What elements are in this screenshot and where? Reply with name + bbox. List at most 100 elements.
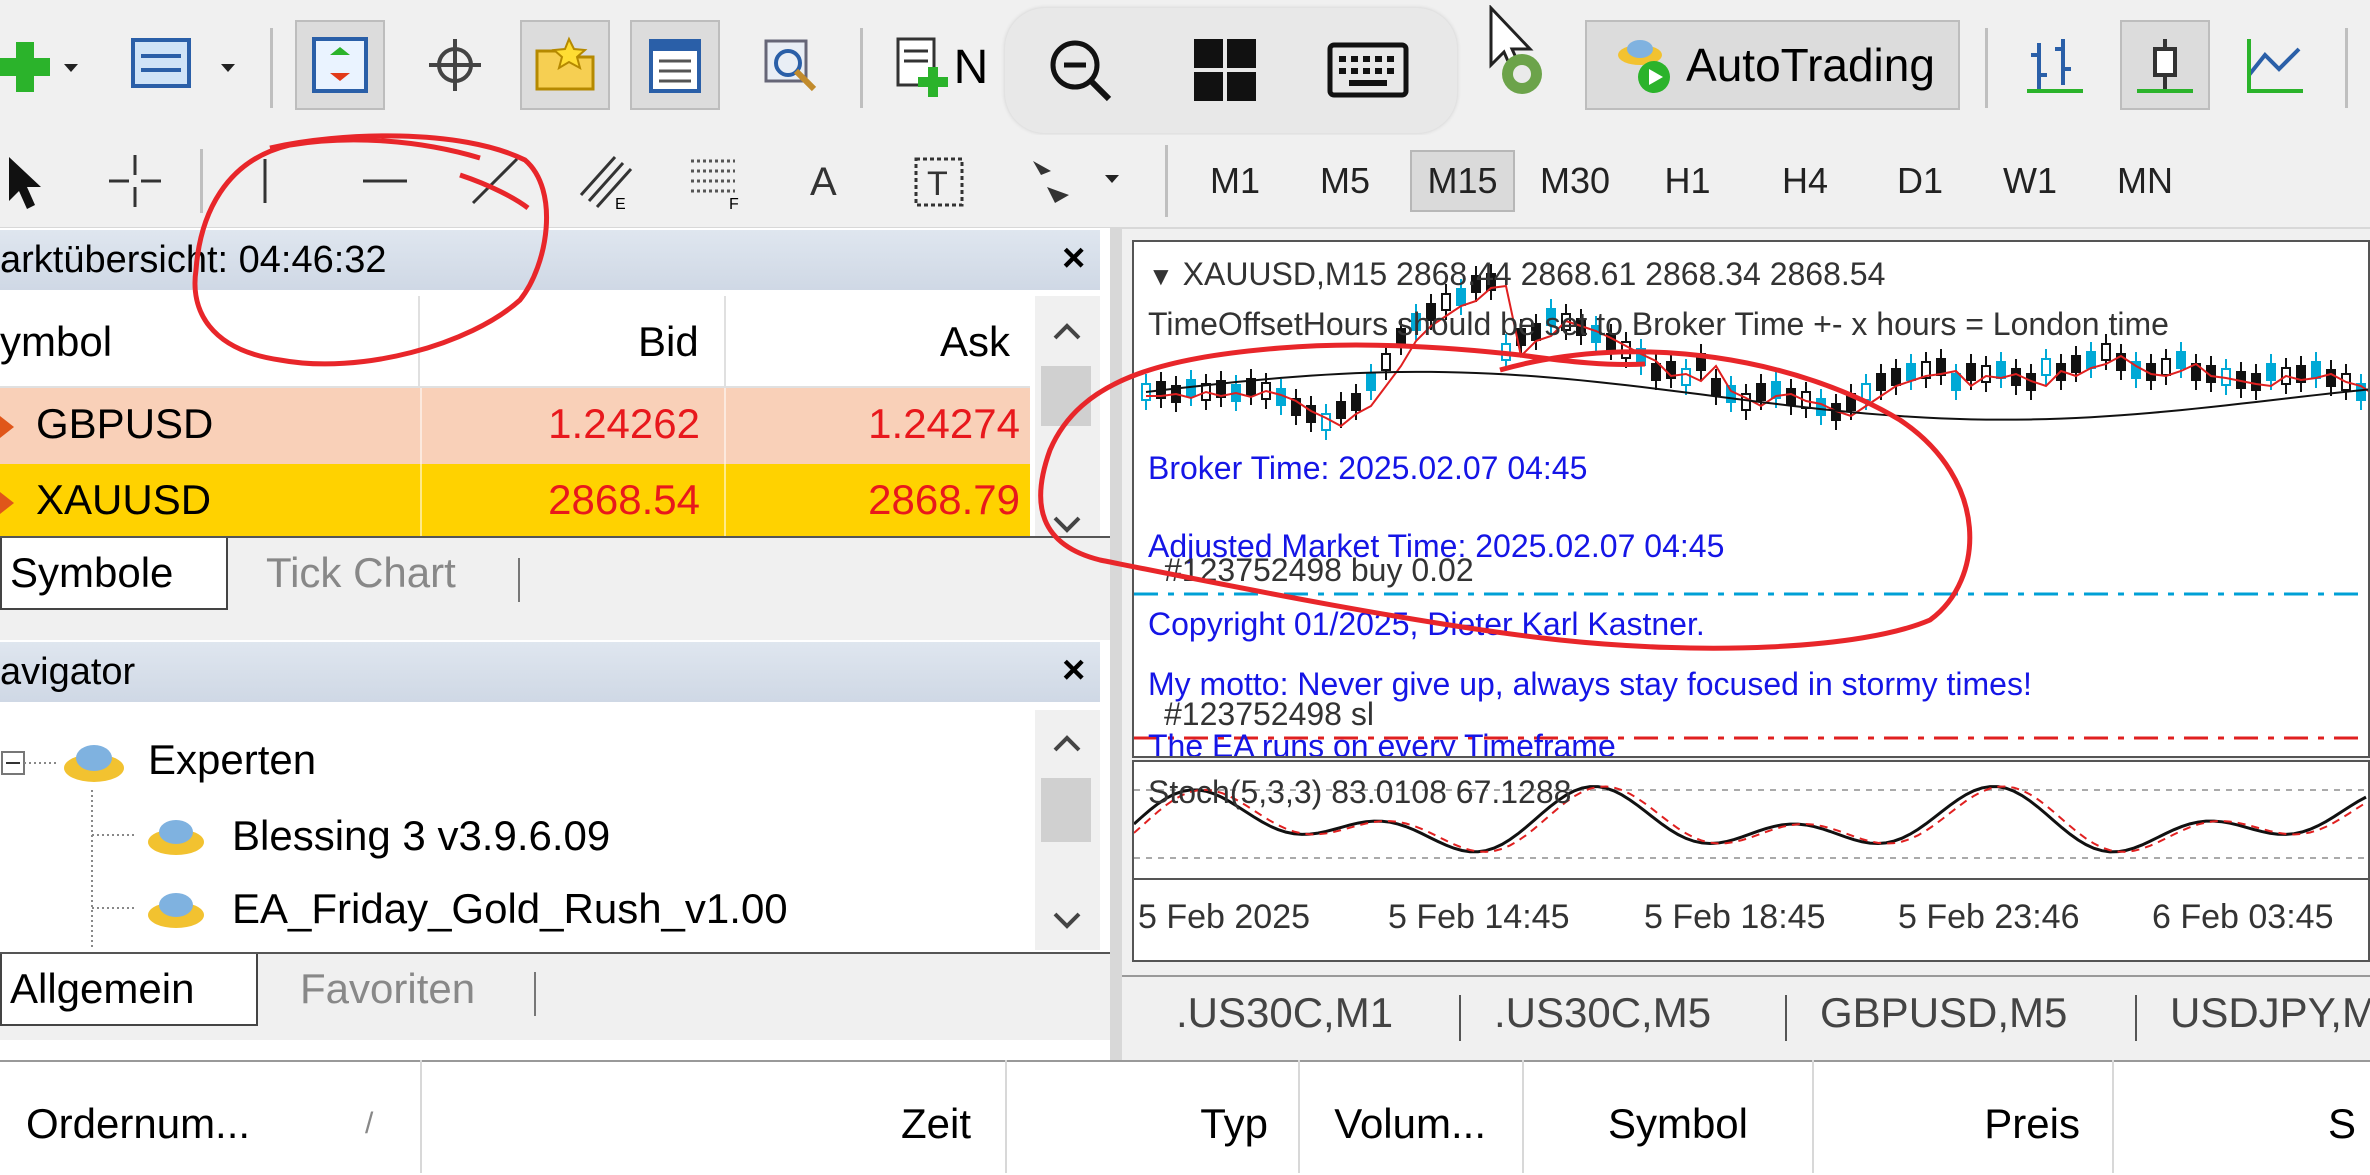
bid-value: 2868.54 [548, 476, 700, 523]
main-toolbar: N AutoTrading [0, 0, 2370, 135]
orders-column-header[interactable]: Symbol [1608, 1075, 1748, 1173]
timeframe-m5[interactable]: M5 [1295, 150, 1395, 212]
symbol-name: XAUUSD [36, 476, 212, 523]
tab-tick-chart[interactable]: Tick Chart [258, 538, 464, 610]
zoom-overlay-bar [1005, 8, 1457, 133]
navigator-title: avigator [0, 651, 136, 693]
text-tool-icon[interactable]: A [790, 143, 860, 219]
bid-column-header[interactable]: Bid [638, 318, 699, 366]
market-watch-columns: ymbol Bid Ask [0, 296, 1030, 388]
bid-value: 1.24262 [548, 400, 700, 447]
options-icon[interactable] [1492, 30, 1552, 110]
expert-advisor-icon [142, 885, 212, 935]
expert-advisor-icon [142, 812, 212, 862]
experts-folder-icon [60, 738, 130, 790]
ask-value: 1.24274 [868, 400, 1020, 447]
orders-column-header[interactable]: Volum... [1334, 1075, 1486, 1173]
timeframe-d1[interactable]: D1 [1870, 150, 1970, 212]
orders-column-header[interactable]: Preis [1984, 1075, 2080, 1173]
expert-advisor-item[interactable]: EA_Friday_Gold_Rush_v1.00 [232, 885, 788, 933]
strategy-tester-button[interactable] [745, 20, 835, 110]
chart-tab[interactable]: GBPUSD,M5 [1820, 989, 2067, 1037]
navigator-header: avigator [0, 642, 1100, 702]
terminal-toggle[interactable] [630, 20, 720, 110]
symbol-column-header[interactable]: ymbol [0, 318, 112, 366]
crosshair-tool-icon[interactable] [95, 143, 175, 219]
autotrading-icon [1618, 40, 1671, 93]
price-chart[interactable]: ▼ XAUUSD,M15 2868.44 2868.61 2868.34 286… [1132, 240, 2370, 758]
tab-allgemein[interactable]: Allgemein [0, 954, 258, 1026]
stochastic-subwindow[interactable]: Stoch(5,3,3) 83.0108 67.1288 [1132, 760, 2370, 880]
time-axis-label: 6 Feb 03:45 [2152, 898, 2334, 936]
vertical-line-tool-icon[interactable] [230, 143, 300, 219]
profiles-button[interactable] [125, 30, 245, 105]
navigator-toggle[interactable] [520, 20, 610, 110]
bar-chart-icon[interactable] [2010, 20, 2100, 110]
close-icon[interactable]: × [1062, 648, 1085, 693]
market-watch-title: arktübersicht: 04:46:32 [0, 239, 387, 281]
navigator-scrollbar[interactable] [1035, 710, 1100, 950]
new-chart-button[interactable] [0, 30, 90, 105]
expert-advisor-item[interactable]: Blessing 3 v3.9.6.09 [232, 812, 610, 860]
trendline-tool-icon[interactable] [455, 143, 535, 219]
market-watch-toggle[interactable] [295, 20, 385, 110]
chart-menu-icon[interactable]: ▼ [1148, 261, 1174, 291]
autotrading-button[interactable]: AutoTrading [1585, 20, 1960, 110]
equidistant-channel-tool-icon[interactable]: E [565, 143, 645, 219]
timeframe-h4[interactable]: H4 [1755, 150, 1855, 212]
market-watch-row[interactable]: GBPUSD 1.24262 1.24274 [0, 388, 1030, 464]
tab-symbole[interactable]: Symbole [0, 538, 228, 610]
data-window-button[interactable] [410, 20, 500, 110]
time-axis: 5 Feb 2025 5 Feb 14:45 5 Feb 18:45 5 Feb 23… [1132, 880, 2370, 962]
line-studies-toolbar: E F A T M1 M5 M15 M30 H1 H4 D1 W1 MN [0, 135, 2370, 229]
broker-time-label: Broker Time: 2025.02.07 04:45 [1148, 450, 1588, 486]
timeframe-mn[interactable]: MN [2095, 150, 2195, 212]
candlestick-chart-icon[interactable] [2120, 20, 2210, 110]
market-watch-row[interactable]: XAUUSD 2868.54 2868.79 [0, 464, 1030, 540]
navigator-tabbar: Allgemein Favoriten [0, 952, 1110, 1040]
keyboard-icon[interactable] [1320, 30, 1415, 110]
price-direction-icon [0, 416, 14, 438]
chart-header: ▼ XAUUSD,M15 2868.44 2868.61 2868.34 286… [1148, 256, 1885, 293]
time-axis-label: 5 Feb 18:45 [1644, 898, 1826, 936]
orders-column-header[interactable]: Ordernum... [26, 1075, 250, 1173]
tab-favoriten[interactable]: Favoriten [292, 954, 483, 1026]
panel-splitter[interactable] [1110, 228, 1122, 1060]
new-order-label: N [953, 41, 989, 94]
close-icon[interactable]: × [1062, 236, 1085, 281]
ask-value: 2868.79 [868, 476, 1020, 523]
ask-column-header[interactable]: Ask [940, 318, 1010, 366]
text-label-tool-icon[interactable]: T [900, 143, 980, 219]
ea-footer-label: The EA runs on every Timeframe [1148, 728, 1616, 758]
chart-tab[interactable]: USDJPY,M [2170, 989, 2370, 1037]
timeframe-m15[interactable]: M15 [1410, 150, 1515, 212]
timeframe-h1[interactable]: H1 [1640, 150, 1735, 212]
navigator-tree: Experten Blessing 3 v3.9.6.09 EA_Friday_G… [0, 710, 1030, 950]
fibonacci-tool-icon[interactable]: F [675, 143, 755, 219]
timeframe-m30[interactable]: M30 [1520, 150, 1630, 212]
orders-column-header[interactable]: Typ [1200, 1075, 1268, 1173]
windows-icon[interactable] [1185, 30, 1265, 110]
svg-text:E: E [615, 196, 626, 211]
autotrading-label: AutoTrading [1686, 39, 1935, 91]
tree-item-experten[interactable]: Experten [148, 736, 316, 784]
zoom-out-icon[interactable] [1040, 30, 1120, 110]
cursor-tool-icon[interactable] [0, 143, 50, 219]
market-watch-header: arktübersicht: 04:46:32 [0, 230, 1100, 290]
new-order-button[interactable]: N [890, 25, 990, 110]
orders-column-header[interactable]: / [365, 1075, 373, 1173]
market-watch-tabbar: Symbole Tick Chart [0, 536, 1110, 628]
horizontal-line-tool-icon[interactable] [345, 143, 425, 219]
chart-tab[interactable]: .US30C,M5 [1494, 989, 1711, 1037]
timeframe-m1[interactable]: M1 [1185, 150, 1285, 212]
timeframe-w1[interactable]: W1 [1980, 150, 2080, 212]
chart-header-text: XAUUSD,M15 2868.44 2868.61 2868.34 2868.… [1182, 256, 1886, 292]
market-watch-scrollbar[interactable] [1035, 296, 1100, 560]
orders-column-header[interactable]: Zeit [901, 1075, 971, 1173]
chart-tab[interactable]: .US30C,M1 [1176, 989, 1393, 1037]
symbol-name: GBPUSD [36, 400, 214, 447]
line-chart-icon[interactable] [2230, 20, 2320, 110]
orders-column-header[interactable]: S [2328, 1075, 2356, 1173]
arrows-tool-icon[interactable] [1015, 143, 1130, 219]
svg-text:F: F [729, 196, 739, 211]
